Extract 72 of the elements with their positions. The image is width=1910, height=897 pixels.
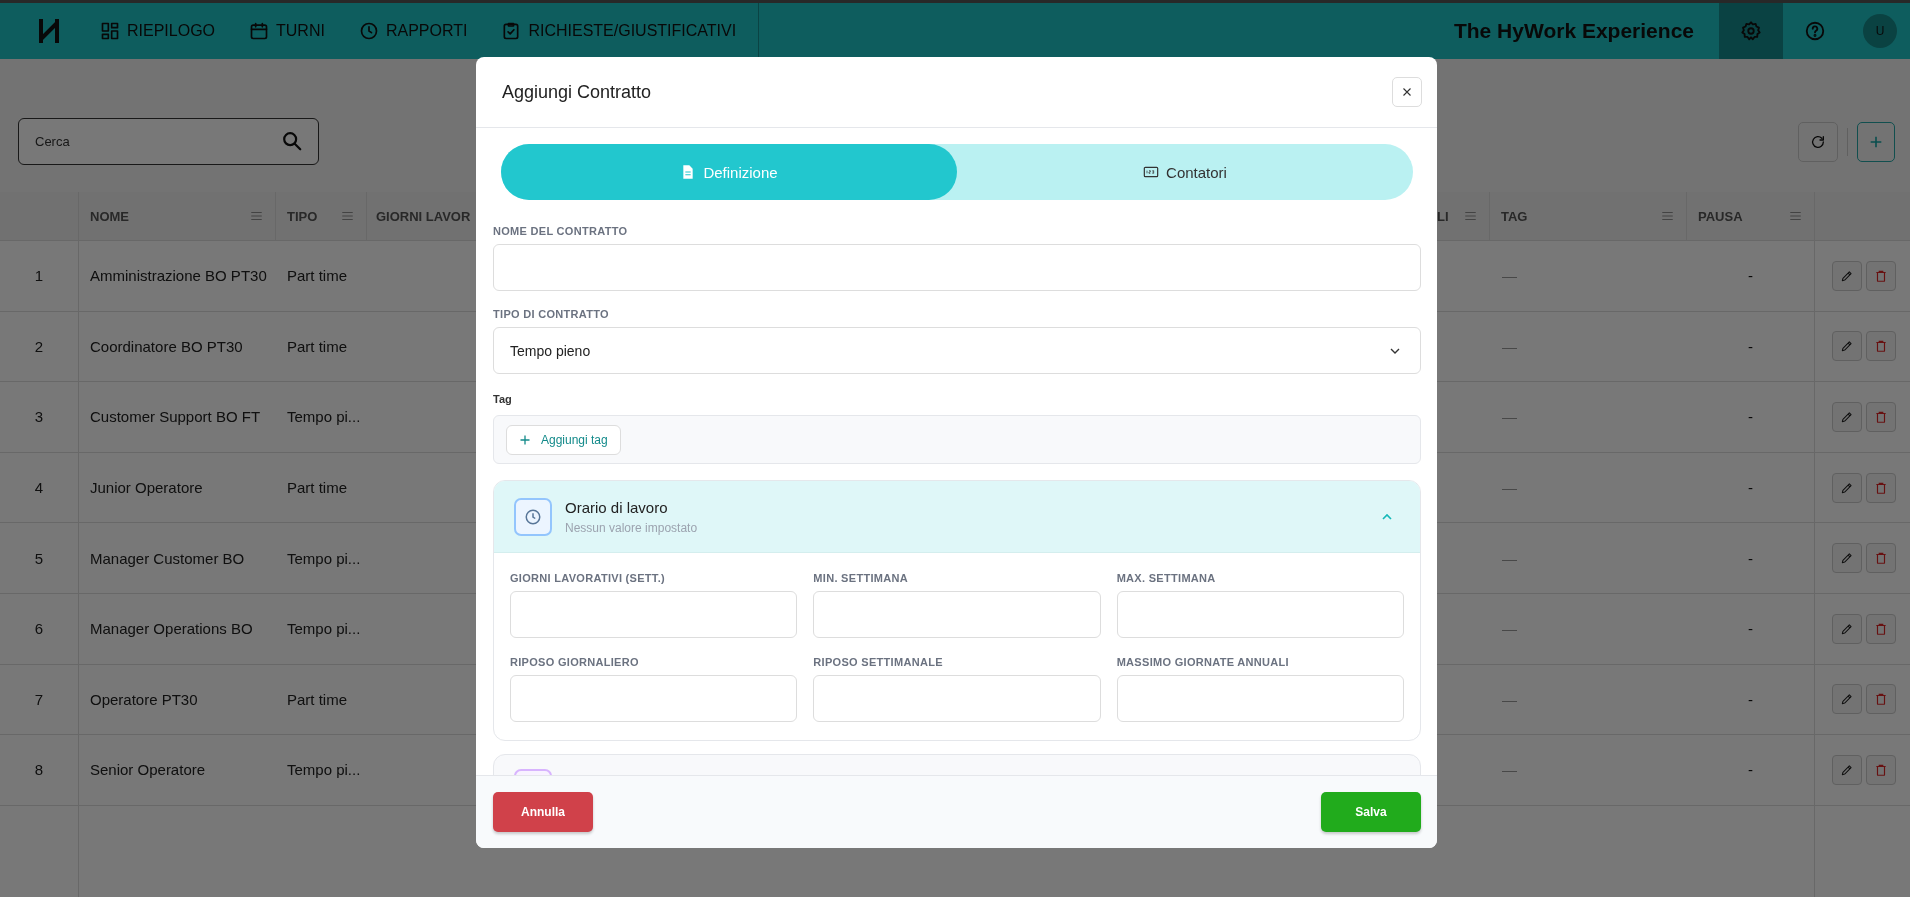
table-cell-text: Part time: [286, 336, 348, 357]
column-header[interactable]: GIORNI LAVOR: [376, 208, 471, 224]
column-header[interactable]: TAG: [1501, 208, 1528, 224]
table-cell-text: —: [1501, 760, 1518, 781]
nav-link[interactable]: RIEPILOGO: [100, 3, 238, 59]
field-label: MAX. SETTIMANA: [1116, 572, 1217, 584]
row-number: 7: [0, 664, 79, 735]
field-label: NOME DEL CONTRATTO: [493, 225, 629, 237]
table-cell-text: Tempo pi...: [286, 619, 362, 640]
dialog-title: Aggiungi Contratto: [502, 81, 652, 103]
field-label: GIORNI LAVORATIVI (SETT.): [510, 572, 666, 584]
row-number: 8: [0, 735, 79, 805]
nav-link[interactable]: RAPPORTI: [358, 3, 490, 59]
select-field[interactable]: Tempo pieno: [493, 327, 1421, 374]
column-header[interactable]: NOME: [90, 208, 129, 224]
section-subtitle: Nessun valore impostato: [565, 520, 699, 535]
table-cell-text: Manager Customer BO: [89, 548, 246, 569]
table-cell: -: [1687, 311, 1815, 382]
section-title: Orario di lavoro: [565, 498, 669, 516]
field-label: RIPOSO GIORNALIERO: [510, 656, 640, 668]
search-field[interactable]: Cerca: [18, 118, 319, 165]
table-cell: -: [1687, 241, 1815, 311]
table-cell-text: Customer Support BO FT: [89, 407, 262, 428]
table-cell-text: Part time: [286, 266, 348, 287]
table-cell-text: Manager Operations BO: [89, 619, 254, 640]
table-cell-text: —: [1501, 619, 1518, 640]
table-cell-text: Tempo pi...: [286, 760, 362, 781]
table-cell-text: Amministrazione BO PT30: [89, 266, 268, 287]
row-number: 1: [0, 241, 79, 311]
table-cell-text: —: [1501, 266, 1518, 287]
table-cell: -: [1687, 593, 1815, 664]
field-label: Tag: [493, 393, 513, 405]
table-cell-text: —: [1501, 478, 1518, 499]
tab[interactable]: Definizione: [501, 144, 957, 200]
row-number: 3: [0, 382, 79, 452]
table-cell-text: Junior Operatore: [89, 478, 204, 499]
table-cell-text: —: [1501, 407, 1518, 428]
table-cell-text: Operatore PT30: [89, 689, 199, 710]
column-header[interactable]: LI: [1437, 208, 1449, 224]
table-cell-text: Tempo pi...: [286, 548, 362, 569]
select-value: Tempo pieno: [510, 342, 591, 359]
table-cell-text: —: [1501, 548, 1518, 569]
add-tag-button[interactable]: Aggiungi tag: [506, 424, 621, 455]
nav-link[interactable]: TURNI: [249, 3, 347, 59]
table-cell-text: —: [1501, 689, 1518, 710]
column-header[interactable]: PAUSA: [1698, 208, 1743, 224]
row-number: 6: [0, 593, 79, 664]
row-number: 2: [0, 311, 79, 382]
section-header[interactable]: Orario di lavoro Nessun valore impostato: [494, 481, 1420, 553]
table-cell: -: [1687, 735, 1815, 805]
row-number: 4: [0, 452, 79, 523]
column-header[interactable]: TIPO: [287, 208, 318, 224]
table-cell-text: Tempo pi...: [286, 407, 362, 428]
save-button[interactable]: Salva: [1321, 792, 1421, 832]
table-cell-text: Coordinatore BO PT30: [89, 336, 244, 357]
app-title: The HyWork Experience: [1453, 19, 1694, 43]
field-label: TIPO DI CONTRATTO: [493, 308, 610, 320]
field-label: RIPOSO SETTIMANALE: [813, 656, 944, 668]
cancel-button[interactable]: Annulla: [493, 792, 593, 832]
table-cell-text: —: [1501, 336, 1518, 357]
table-cell: -: [1687, 664, 1815, 735]
row-number: 5: [0, 523, 79, 593]
nav-link[interactable]: RICHIESTE/GIUSTIFICATIVI: [501, 3, 759, 59]
tab[interactable]: Contatori: [957, 144, 1413, 200]
table-cell-text: Part time: [286, 478, 348, 499]
table-cell-text: Part time: [286, 689, 348, 710]
field-label: MIN. SETTIMANA: [813, 572, 909, 584]
table-cell: -: [1687, 523, 1815, 593]
field-label: MASSIMO GIORNATE ANNUALI: [1116, 656, 1290, 668]
table-cell-text: Senior Operatore: [89, 760, 207, 781]
table-cell: -: [1687, 452, 1815, 523]
table-cell: -: [1687, 382, 1815, 452]
